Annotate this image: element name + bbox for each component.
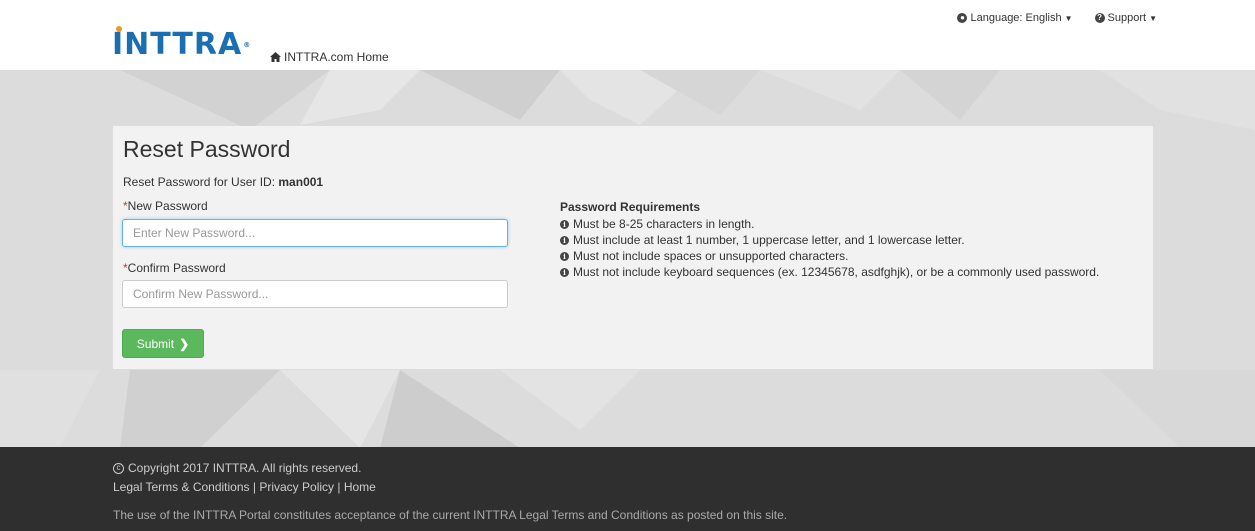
logo-dot (116, 26, 122, 32)
info-icon: i (560, 267, 569, 277)
reset-password-card: Reset Password Reset Password for User I… (113, 126, 1153, 369)
new-password-input[interactable] (122, 219, 508, 247)
copyright-line: c Copyright 2017 INTTRA. All rights rese… (113, 461, 361, 475)
new-password-label: *New Password (123, 199, 208, 213)
caret-down-icon: ▼ (1149, 13, 1157, 23)
caret-down-icon: ▼ (1064, 13, 1073, 23)
chevron-right-icon: ❯ (179, 336, 190, 351)
question-icon: ? (1094, 13, 1105, 23)
user-id-value: man001 (278, 175, 324, 189)
language-dropdown[interactable]: ● Language: English ▼ (957, 12, 1073, 24)
language-label: Language: English (970, 12, 1062, 24)
confirm-password-input[interactable] (122, 280, 508, 308)
top-right-menu: ● Language: English ▼ ? Support ▼ (957, 12, 1157, 24)
home-link-label: INTTRA.com Home (284, 50, 389, 64)
footer-links: Legal Terms & Conditions | Privacy Polic… (113, 480, 376, 494)
globe-icon: ● (957, 13, 968, 23)
requirement-item: i Must not include spaces or unsupported… (560, 248, 1099, 264)
top-header: INTTRA® INTTRA.com Home ● Language: Engl… (0, 0, 1255, 70)
user-id-line: Reset Password for User ID: man001 (123, 175, 323, 189)
logo-text: INTTRA (112, 27, 243, 62)
inttra-logo[interactable]: INTTRA® (112, 26, 251, 62)
password-requirements: Password Requirements i Must be 8-25 cha… (560, 200, 1099, 280)
submit-button[interactable]: Submit ❯ (122, 329, 204, 358)
footer-home-link[interactable]: Home (344, 480, 376, 494)
support-label: Support (1107, 12, 1147, 24)
requirement-item: i Must not include keyboard sequences (e… (560, 264, 1099, 280)
footer: c Copyright 2017 INTTRA. All rights rese… (0, 447, 1255, 531)
requirement-item: i Must be 8-25 characters in length. (560, 216, 1099, 232)
copyright-text: Copyright 2017 INTTRA. All rights reserv… (128, 461, 362, 475)
hero-background: Reset Password Reset Password for User I… (0, 70, 1255, 448)
home-icon (270, 52, 281, 62)
copyright-icon: c (113, 462, 124, 474)
page-title: Reset Password (123, 136, 291, 162)
confirm-password-label: *Confirm Password (123, 261, 226, 275)
requirements-title: Password Requirements (560, 200, 701, 214)
support-dropdown[interactable]: ? Support ▼ (1094, 12, 1157, 24)
legal-terms-link[interactable]: Legal Terms & Conditions (113, 480, 250, 494)
info-icon: i (560, 235, 569, 245)
home-link[interactable]: INTTRA.com Home (270, 50, 389, 64)
legal-notice: The use of the INTTRA Portal constitutes… (113, 508, 788, 522)
info-icon: i (560, 251, 569, 261)
requirement-item: i Must include at least 1 number, 1 uppe… (560, 232, 1099, 248)
submit-label: Submit (136, 336, 175, 351)
privacy-policy-link[interactable]: Privacy Policy (259, 480, 334, 494)
user-id-prefix: Reset Password for User ID: (123, 175, 276, 189)
info-icon: i (560, 219, 569, 229)
